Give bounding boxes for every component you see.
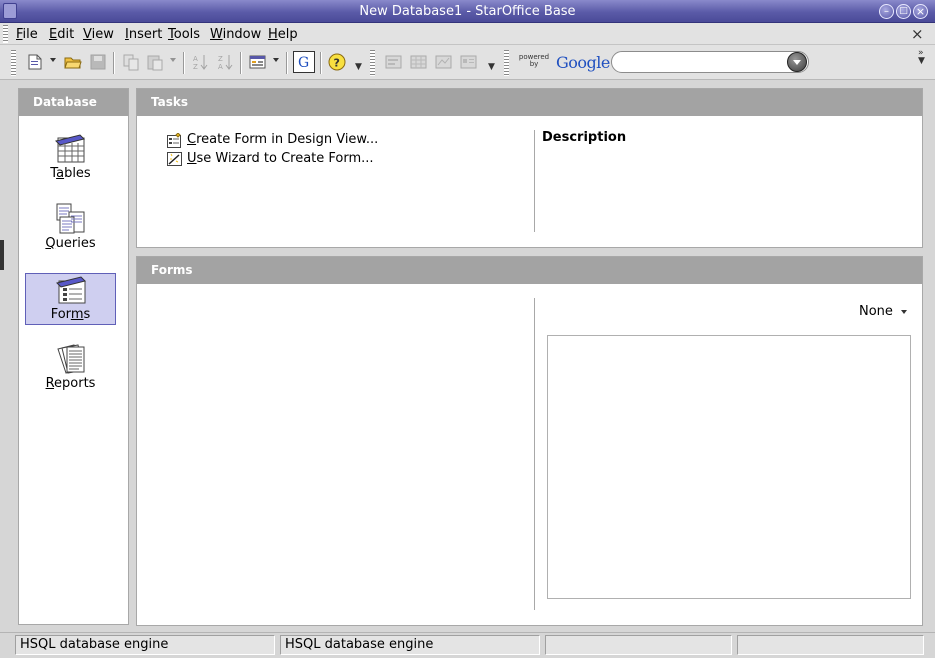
- new-dropdown-icon[interactable]: [50, 58, 56, 62]
- menu-help[interactable]: Help: [268, 27, 298, 42]
- google-g-icon[interactable]: G: [293, 51, 315, 73]
- toolbar-separator: [113, 52, 115, 74]
- status-bar: HSQL database engine HSQL database engin…: [0, 632, 935, 658]
- status-cell-1: HSQL database engine: [15, 635, 275, 655]
- sort-ascending-icon[interactable]: AZ: [192, 53, 210, 71]
- google-search-branding: powered by Google: [516, 52, 616, 74]
- sidebar-item-reports[interactable]: Reports: [25, 343, 116, 395]
- preview-area: [547, 335, 911, 599]
- toolbar-grip[interactable]: [11, 50, 16, 76]
- toolbar-grip[interactable]: [504, 50, 509, 76]
- tasks-divider: [534, 130, 535, 232]
- toolbar-separator: [320, 52, 322, 74]
- svg-text:?: ?: [334, 57, 340, 70]
- close-document-icon[interactable]: ×: [911, 25, 924, 43]
- window-title: New Database1 - StarOffice Base: [359, 4, 576, 19]
- save-icon[interactable]: [89, 53, 107, 71]
- report-icon[interactable]: [460, 53, 478, 71]
- forms-divider: [534, 298, 535, 610]
- google-search-input[interactable]: [611, 51, 809, 73]
- forms-panel: Forms None: [136, 256, 923, 626]
- query-icon[interactable]: [435, 53, 453, 71]
- menu-view[interactable]: View: [83, 27, 114, 42]
- table-icon[interactable]: [410, 53, 428, 71]
- sidebar-item-forms[interactable]: Forms: [25, 273, 116, 325]
- left-edge-marker: [0, 240, 4, 270]
- copy-icon[interactable]: [122, 53, 140, 71]
- title-bar[interactable]: New Database1 - StarOffice Base: [0, 0, 935, 23]
- description-heading: Description: [542, 130, 627, 145]
- preview-mode-select[interactable]: None: [859, 304, 907, 319]
- status-cell-2: HSQL database engine: [280, 635, 540, 655]
- menu-insert[interactable]: Insert: [125, 27, 162, 42]
- tasks-heading: Tasks: [137, 89, 922, 116]
- svg-text:Z: Z: [193, 63, 198, 71]
- sort-descending-icon[interactable]: ZA: [217, 53, 235, 71]
- reports-icon: [57, 344, 85, 374]
- forms-icon: [56, 276, 86, 304]
- sidebar-item-queries[interactable]: Queries: [25, 203, 116, 255]
- paste-icon[interactable]: [146, 53, 164, 71]
- toolbar-more-icon[interactable]: » ▼: [918, 49, 925, 66]
- design-view-icon: [167, 133, 181, 148]
- wizard-icon: [167, 152, 182, 166]
- open-folder-icon[interactable]: [64, 53, 82, 71]
- svg-text:G: G: [298, 55, 309, 71]
- svg-text:A: A: [193, 55, 198, 63]
- toolbar-overflow-icon[interactable]: ▼: [488, 62, 495, 72]
- toolbar-separator: [183, 52, 185, 74]
- svg-text:A: A: [218, 63, 223, 71]
- form-design-icon[interactable]: [385, 53, 403, 71]
- sidebar-item-tables[interactable]: Tables: [25, 133, 116, 185]
- maximize-button[interactable]: [896, 4, 911, 19]
- menu-grip[interactable]: [3, 25, 8, 43]
- toolbar-overflow-icon[interactable]: ▼: [355, 62, 362, 72]
- toolbar-grip[interactable]: [370, 50, 375, 76]
- close-window-button[interactable]: [913, 4, 928, 19]
- paste-dropdown-icon[interactable]: [170, 58, 176, 62]
- minimize-button[interactable]: [879, 4, 894, 19]
- powered-by-label: powered by: [518, 53, 550, 68]
- search-dropdown-button[interactable]: [787, 52, 807, 72]
- chevron-down-icon: [900, 309, 907, 314]
- queries-icon: [56, 203, 85, 234]
- new-document-icon[interactable]: [26, 53, 44, 71]
- help-icon[interactable]: ?: [328, 53, 346, 71]
- menu-edit[interactable]: Edit: [49, 27, 74, 42]
- forms-list[interactable]: [141, 289, 531, 609]
- tables-icon: [55, 134, 85, 163]
- form-icon[interactable]: [249, 53, 267, 71]
- menu-file[interactable]: File: [16, 27, 38, 42]
- menu-bar: File Edit View Insert Tools Window Help …: [0, 23, 935, 45]
- svg-text:Z: Z: [218, 55, 223, 63]
- status-cell-4: [737, 635, 924, 655]
- google-logo: Google: [556, 53, 610, 72]
- toolbar-separator: [286, 52, 288, 74]
- toolbar-separator: [240, 52, 242, 74]
- database-sidebar: Database Tables Queries Forms Reports: [18, 88, 129, 625]
- menu-tools[interactable]: Tools: [168, 27, 200, 42]
- menu-window[interactable]: Window: [210, 27, 261, 42]
- form-dropdown-icon[interactable]: [273, 58, 279, 62]
- tasks-panel: Tasks Create Form in Design View... Use …: [136, 88, 923, 248]
- forms-heading: Forms: [137, 257, 922, 284]
- sidebar-heading: Database: [19, 89, 128, 116]
- status-cell-3: [545, 635, 732, 655]
